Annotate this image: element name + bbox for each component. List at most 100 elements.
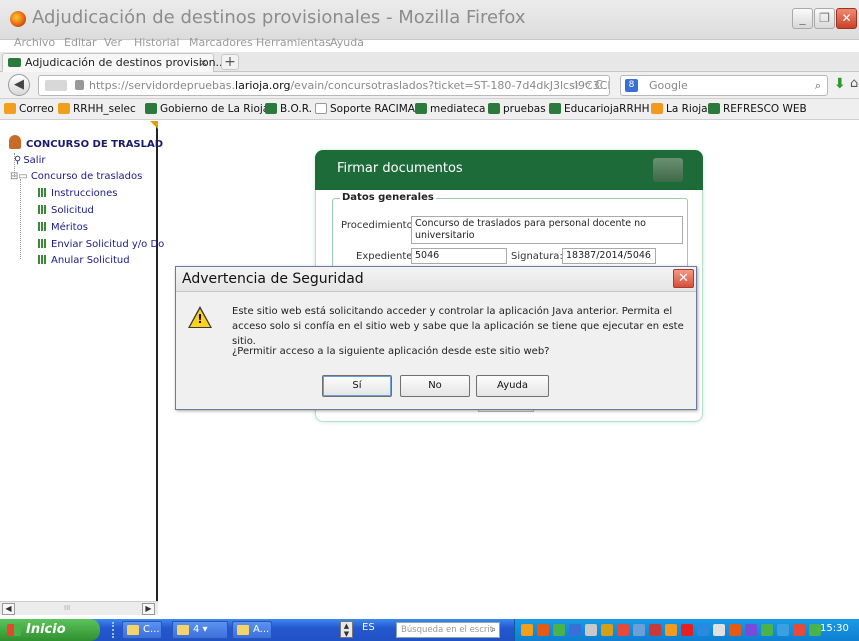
menu-editar[interactable]: Editar [64, 36, 97, 49]
bookmark-mediateca[interactable]: mediateca [415, 103, 486, 115]
task-group[interactable]: 4 ▾ [172, 621, 228, 639]
sidebar-folder-concurso[interactable]: ⊟▭ Concurso de traslados [10, 171, 142, 182]
taskbar-scroll-button[interactable]: ▲ ▼ [340, 621, 353, 638]
new-tab-button[interactable]: + [221, 54, 239, 70]
tray-icon[interactable] [521, 624, 533, 636]
menu-ver[interactable]: Ver [104, 36, 122, 49]
url-domain: larioja.org [235, 79, 291, 92]
back-button[interactable]: ◀ [8, 74, 30, 96]
menu-ayuda[interactable]: Ayuda [330, 36, 364, 49]
sidebar-item-meritos[interactable]: Méritos [38, 222, 88, 233]
tray-icon[interactable] [665, 624, 677, 636]
scroll-left-button[interactable]: ◀ [2, 603, 15, 615]
bookmark-la-rioja[interactable]: La Rioja [651, 103, 708, 115]
tab-adjudicacion[interactable]: Adjudicación de destinos provision... × [2, 53, 226, 72]
tray-icon[interactable] [569, 624, 581, 636]
tray-icon[interactable] [681, 624, 693, 636]
bookmark-educariojarrhh[interactable]: EducariojaRRHH [549, 103, 650, 115]
bookmark-correo[interactable]: Correo [4, 103, 54, 115]
no-button[interactable]: No [400, 375, 470, 397]
rioja-icon [415, 103, 427, 114]
desktop-search-input[interactable]: Búsqueda en el escrit ⌕ [396, 622, 500, 638]
tab-label: Adjudicación de destinos provision... [25, 56, 227, 69]
start-button[interactable]: Inicio [0, 619, 100, 641]
download-icon[interactable]: ⬇ [834, 76, 846, 92]
bookmark-label: Gobierno de La Rioja [160, 103, 270, 115]
sidebar-item-anular[interactable]: Anular Solicitud [38, 255, 130, 266]
rioja-icon [488, 103, 500, 114]
language-indicator[interactable]: ES [362, 622, 375, 633]
tray-icon[interactable] [793, 624, 805, 636]
tray-icon[interactable] [761, 624, 773, 636]
dialog-close-button[interactable]: ✕ [673, 269, 694, 288]
sidebar-item-instrucciones[interactable]: Instrucciones [38, 188, 117, 199]
scroll-right-button[interactable]: ▶ [142, 603, 155, 615]
tray-icon[interactable] [777, 624, 789, 636]
bookmark-label: REFRESCO WEB [723, 103, 807, 115]
bookmark-pruebas[interactable]: pruebas [488, 103, 546, 115]
sidebar-item-salir[interactable]: ⚲ Salir [14, 155, 45, 166]
dialog-title-bar: Advertencia de Seguridad [176, 267, 696, 292]
lock-icon [75, 80, 84, 90]
menu-historial[interactable]: Historial [134, 36, 179, 49]
close-icon: ✕ [678, 271, 689, 286]
sidebar-item-enviar[interactable]: Enviar Solicitud y/o Do [38, 239, 164, 250]
bookmark-rrhh-selec[interactable]: RRHH_selec [58, 103, 136, 115]
menu-archivo[interactable]: Archivo [14, 36, 55, 49]
task-explorer[interactable]: C... [122, 621, 162, 639]
exit-icon: ⚲ [14, 155, 22, 166]
tray-icon[interactable] [537, 624, 549, 636]
bookmarks-bar: Correo RRHH_selec Gobierno de La Rioja B… [0, 99, 859, 120]
tray-icon[interactable] [633, 624, 645, 636]
bookmark-label: Correo [19, 103, 54, 115]
tray-icon[interactable] [617, 624, 629, 636]
url-controls[interactable]: ☆ ▿ C [570, 76, 603, 95]
search-icon[interactable]: ⌕ [491, 623, 496, 637]
tray-icon[interactable] [585, 624, 597, 636]
search-box[interactable]: 8 Google ⌕ [620, 75, 828, 96]
sidebar-item-label: Méritos [51, 222, 88, 233]
bookmark-bor[interactable]: B.O.R. [265, 103, 312, 115]
help-button[interactable]: Ayuda [476, 375, 549, 397]
menu-herramientas[interactable]: Herramientas [256, 36, 331, 49]
yes-button[interactable]: Sí [322, 375, 392, 397]
sidebar-item-label: Enviar Solicitud y/o Do [51, 239, 165, 250]
tray-icon[interactable] [649, 624, 661, 636]
bookmark-refresco-web[interactable]: REFRESCO WEB [708, 103, 807, 115]
tray-icon[interactable] [553, 624, 565, 636]
home-icon[interactable]: ⌂ [850, 76, 858, 91]
person-icon [9, 135, 21, 149]
sidebar-item-solicitud[interactable]: Solicitud [38, 205, 94, 216]
close-window-button[interactable]: ✕ [836, 8, 857, 29]
tab-close-icon[interactable]: × [199, 54, 208, 71]
expediente-field: 5046 [411, 248, 507, 264]
clock: 15:30 [820, 623, 849, 634]
task-app[interactable]: A... [232, 621, 272, 639]
rss-icon [651, 103, 663, 114]
site-identity-icon[interactable] [45, 80, 67, 91]
table-icon [38, 239, 47, 248]
url-bar[interactable]: https://servidordepruebas.larioja.org/ev… [38, 75, 610, 96]
task-label: C... [143, 624, 160, 635]
tray-icon[interactable] [697, 624, 709, 636]
tray-icon[interactable] [713, 624, 725, 636]
tray-icon[interactable] [745, 624, 757, 636]
search-icon[interactable]: ⌕ [815, 76, 821, 95]
orange-icon [58, 103, 70, 114]
sidebar-tree: CONCURSO DE TRASLAD ⚲ Salir ⊟▭ Concurso de… [0, 121, 164, 601]
menu-marcadores[interactable]: Marcadores [189, 36, 253, 49]
tray-icon[interactable] [601, 624, 613, 636]
dialog-question: ¿Permitir acceso a la siguiente aplicaci… [232, 346, 550, 357]
panel-header: Firmar documentos [315, 150, 703, 190]
procedimiento-field: Concurso de traslados para personal doce… [411, 216, 683, 244]
sidebar-horizontal-scrollbar[interactable]: ◀ III ▶ [0, 601, 158, 615]
task-label: A... [253, 624, 270, 635]
tray-icon[interactable] [729, 624, 741, 636]
maximize-button[interactable]: ❐ [814, 8, 835, 29]
bookmark-soporte-racima[interactable]: Soporte RACIMA [315, 103, 415, 115]
url-path: /evain/concursotraslados?ticket=ST-180-7… [290, 79, 609, 92]
procedimiento-label: Procedimiento: [341, 220, 417, 231]
bookmark-gobierno[interactable]: Gobierno de La Rioja [145, 103, 269, 115]
blank-page-icon [315, 103, 327, 114]
minimize-button[interactable]: _ [792, 8, 813, 29]
